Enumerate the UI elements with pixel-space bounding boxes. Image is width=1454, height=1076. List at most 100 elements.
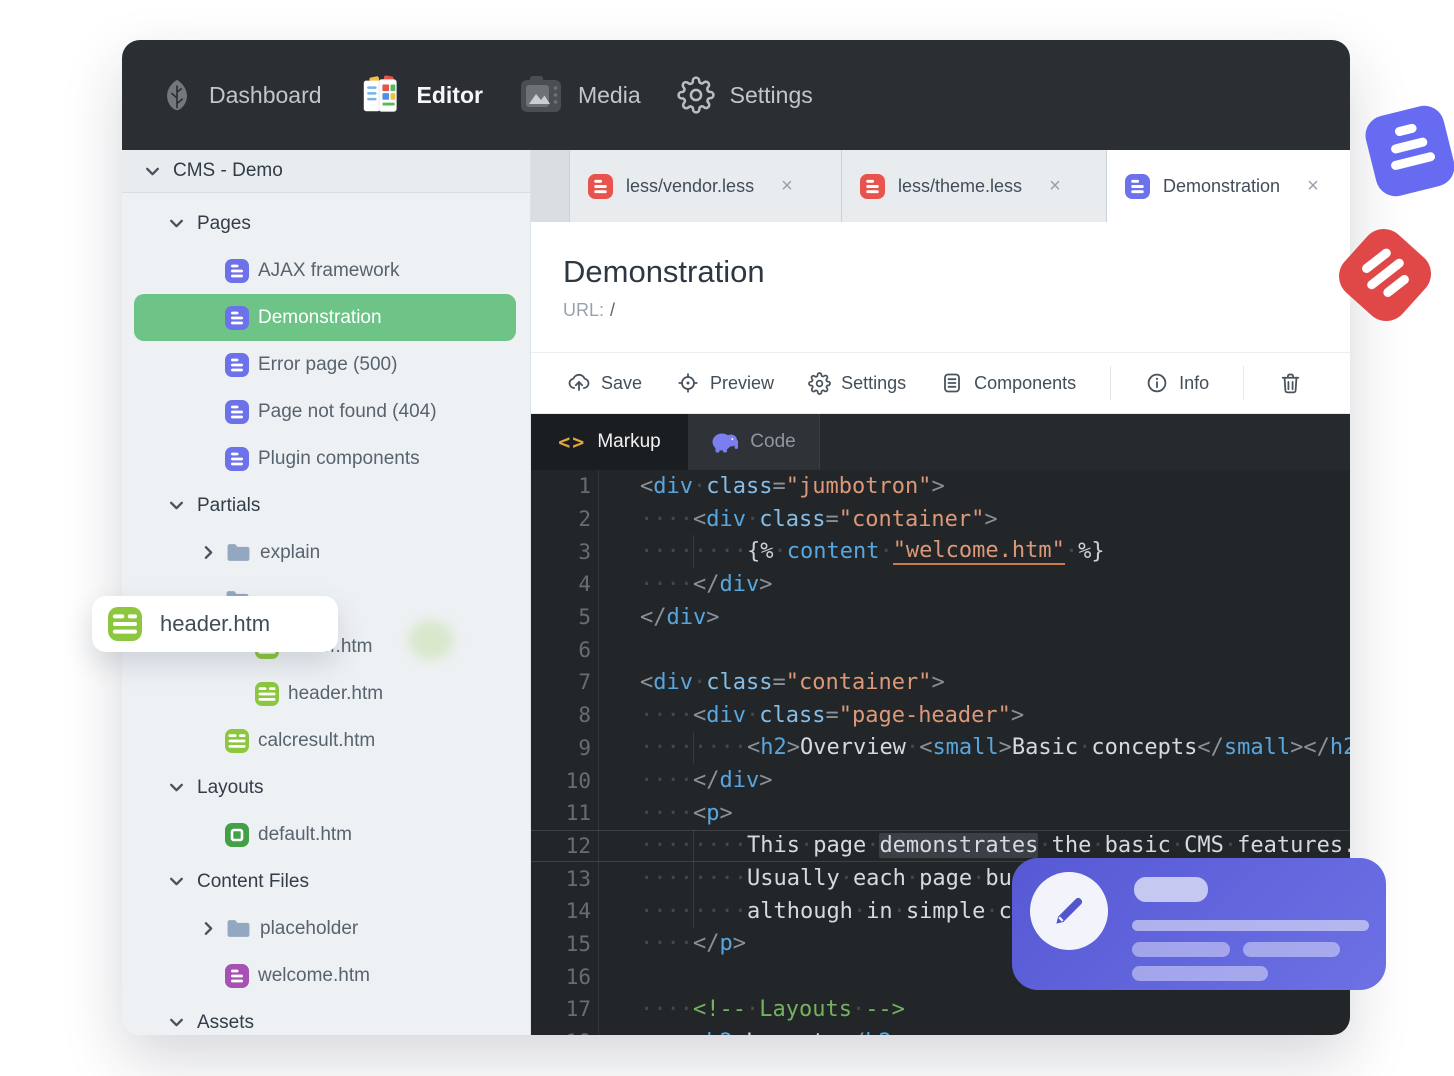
- tree-file-label: Demonstration: [258, 306, 382, 328]
- doc-tab-less-vendor-less[interactable]: less/vendor.less ×: [570, 150, 842, 222]
- tree-section-assets[interactable]: Assets: [134, 999, 516, 1035]
- sidebar: CMS - Demo Pages AJAX framework Demonstrat…: [122, 150, 531, 1035]
- nav-item-label: Media: [577, 81, 641, 108]
- tree-file-header-htm[interactable]: header.htm: [134, 670, 516, 717]
- line-number: 5: [578, 605, 591, 630]
- line-content: ···· </div >: [598, 568, 1350, 601]
- code-line: 8 ···· < div · class = "page-header" >: [531, 698, 1350, 732]
- leaf-icon: [160, 78, 194, 112]
- tree-folder-placeholder[interactable]: placeholder: [134, 905, 516, 952]
- file-icon: [588, 173, 613, 199]
- line-content: [598, 633, 1350, 667]
- nav-item-label: Editor: [416, 81, 483, 108]
- close-icon[interactable]: ×: [1049, 176, 1061, 196]
- code-tab-label: Markup: [597, 431, 661, 452]
- tree-file-label: Error page (500): [258, 353, 398, 375]
- partial-icon: [225, 728, 249, 753]
- line-content: < div · class = "container" >: [598, 666, 1350, 699]
- tree-section-pages[interactable]: Pages: [134, 200, 516, 247]
- code-line: 7 < div · class = "container" >: [531, 666, 1350, 699]
- partial-file-icon: [108, 607, 142, 641]
- code-tab-code[interactable]: Code: [688, 414, 820, 470]
- tree-section-label: Assets: [197, 1011, 255, 1033]
- doc-tab-demonstration[interactable]: Demonstration ×: [1107, 150, 1350, 222]
- code-line: 10 ···· </div >: [531, 764, 1350, 797]
- code-line: 5 </div >: [531, 600, 1350, 634]
- chevron-down-icon: [168, 873, 185, 890]
- chevron-down-icon: [168, 779, 185, 796]
- line-number: 18: [531, 1030, 598, 1035]
- tree-folder-explain[interactable]: explain: [134, 529, 516, 576]
- close-icon[interactable]: ×: [1307, 176, 1319, 196]
- delete-button[interactable]: [1278, 371, 1303, 396]
- gear-icon: [808, 371, 831, 395]
- line-number: 6: [578, 637, 591, 662]
- tree-file-plugin-components[interactable]: Plugin components: [134, 435, 516, 482]
- code-line: 2 ···· < div · class = "container" >: [531, 502, 1350, 536]
- save-button[interactable]: Save: [567, 371, 642, 395]
- tree-file-label: Page not found (404): [258, 400, 437, 422]
- settings-button[interactable]: Settings: [808, 371, 906, 395]
- media-icon: [519, 75, 563, 115]
- content-icon: [225, 963, 249, 988]
- document-tabs: less/vendor.less × less/theme.less × Demonst…: [531, 150, 1350, 222]
- folder-icon: [226, 542, 251, 563]
- tree-file-ajax-framework[interactable]: AJAX framework: [134, 247, 516, 294]
- line-number: 10: [565, 768, 591, 793]
- page-url: URL: /: [563, 299, 616, 320]
- nav-item-settings[interactable]: Settings: [677, 76, 813, 114]
- close-icon[interactable]: ×: [781, 176, 793, 196]
- code-section-tabs: <> Markup Code: [531, 414, 1350, 470]
- components-button[interactable]: Components: [940, 371, 1076, 395]
- tree-file-default-htm[interactable]: default.htm: [134, 811, 516, 858]
- code-line: 3 ···· ···· {% · content · "welcome.htm" ·%}: [531, 535, 1350, 569]
- sidebar-header[interactable]: CMS - Demo: [122, 150, 530, 193]
- tab-strip-lead: [531, 150, 570, 222]
- trash-icon: [1278, 371, 1303, 396]
- file-icon: [860, 173, 885, 199]
- line-content: ···· </div >: [598, 764, 1350, 797]
- line-content: < div · class = "jumbotron" >: [598, 470, 1350, 503]
- target-icon: [676, 371, 700, 395]
- doc-tab-less-theme-less[interactable]: less/theme.less ×: [842, 150, 1107, 222]
- code-line: 9 ···· ···· < h2 > Overview · < small > Basic · conce…: [531, 731, 1350, 765]
- preview-button[interactable]: Preview: [676, 371, 774, 395]
- drag-ghost-card[interactable]: header.htm: [92, 596, 338, 652]
- php-elephant-icon: [711, 431, 739, 453]
- tree-section-layouts[interactable]: Layouts: [134, 764, 516, 811]
- chevron-down-icon: [168, 1014, 185, 1031]
- line-number: 16: [565, 964, 591, 989]
- tree-file-demonstration[interactable]: Demonstration: [134, 294, 516, 341]
- tree-file-label: Plugin components: [258, 447, 420, 469]
- tree-folder-label: placeholder: [260, 917, 359, 939]
- nav-item-label: Dashboard: [209, 81, 322, 108]
- tree-file-welcome-htm[interactable]: welcome.htm: [134, 952, 516, 999]
- doc-tab-label: Demonstration: [1163, 175, 1281, 196]
- nav-item-label: Settings: [729, 81, 813, 108]
- tree-section-content-files[interactable]: Content Files: [134, 858, 516, 905]
- tree-file-calcresult-htm[interactable]: calcresult.htm: [134, 717, 516, 764]
- tree-section-label: Pages: [197, 212, 251, 234]
- nav-item-editor[interactable]: Editor: [358, 74, 483, 116]
- line-number: 8: [578, 703, 591, 728]
- code-line: 11 ···· < p >: [531, 796, 1350, 830]
- line-number: 7: [578, 670, 591, 695]
- code-tab-markup[interactable]: <> Markup: [531, 414, 688, 470]
- code-line: 4 ···· </div >: [531, 568, 1350, 601]
- tree-section-partials[interactable]: Partials: [134, 482, 516, 529]
- tree-file-page-not-found-404[interactable]: Page not found (404): [134, 388, 516, 435]
- line-number: 17: [565, 997, 591, 1022]
- top-nav: Dashboard Editor Media Settings: [122, 40, 1350, 150]
- page-icon: [225, 258, 249, 283]
- page-icon: [225, 399, 249, 424]
- nav-item-dashboard[interactable]: Dashboard: [160, 78, 322, 112]
- cloud-upload-icon: [567, 371, 591, 395]
- tree-folder-label: explain: [260, 541, 321, 563]
- nav-item-media[interactable]: Media: [519, 75, 641, 115]
- line-number: 4: [578, 572, 591, 597]
- info-button[interactable]: Info: [1145, 371, 1209, 395]
- line-number: 1: [578, 474, 591, 499]
- tree-section-label: Layouts: [197, 776, 264, 798]
- tree-file-error-page-500[interactable]: Error page (500): [134, 341, 516, 388]
- page-title: Demonstration: [563, 253, 765, 289]
